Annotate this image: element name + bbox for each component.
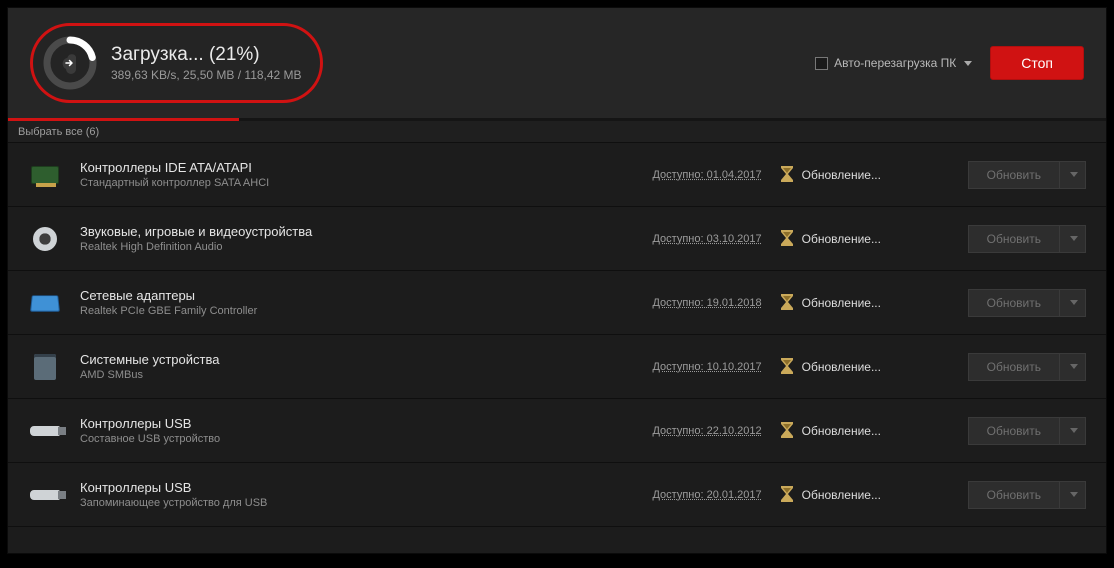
hourglass-icon <box>780 166 794 184</box>
status-cell: Обновление... <box>780 422 950 440</box>
status-cell: Обновление... <box>780 230 950 248</box>
driver-row: Звуковые, игровые и видеоустройства Real… <box>8 207 1106 271</box>
status-label: Обновление... <box>802 424 881 438</box>
checkbox-icon <box>815 57 828 70</box>
status-label: Обновление... <box>802 296 881 310</box>
device-name: Запоминающее устройство для USB <box>80 497 594 509</box>
update-button[interactable]: Обновить <box>968 353 1060 381</box>
available-date-link[interactable]: Доступно: 03.10.2017 <box>612 233 762 245</box>
driver-row: Контроллеры USB Запоминающее устройство … <box>8 463 1106 527</box>
update-button[interactable]: Обновить <box>968 417 1060 445</box>
update-button[interactable]: Обновить <box>968 161 1060 189</box>
status-cell: Обновление... <box>780 486 950 504</box>
driver-row: Контроллеры IDE ATA/ATAPI Стандартный ко… <box>8 143 1106 207</box>
progress-ring-icon <box>43 36 97 90</box>
chevron-down-icon <box>964 61 972 66</box>
cloud-download-icon <box>58 51 82 75</box>
update-button[interactable]: Обновить <box>968 289 1060 317</box>
driver-row: Сетевые адаптеры Realtek PCIe GBE Family… <box>8 271 1106 335</box>
download-meta: 389,63 KB/s, 25,50 MB / 118,42 MB <box>111 68 302 82</box>
chevron-down-icon <box>1070 492 1078 497</box>
auto-restart-checkbox[interactable]: Авто-перезагрузка ПК <box>815 56 972 70</box>
download-title: Загрузка... (21%) <box>111 44 302 66</box>
status-label: Обновление... <box>802 168 881 182</box>
chevron-down-icon <box>1070 172 1078 177</box>
hourglass-icon <box>780 230 794 248</box>
device-category: Системные устройства <box>80 352 594 367</box>
device-name: Realtek PCIe GBE Family Controller <box>80 305 594 317</box>
driver-updater-window: Загрузка... (21%) 389,63 KB/s, 25,50 MB … <box>7 7 1107 554</box>
device-name: Стандартный контроллер SATA AHCI <box>80 177 594 189</box>
status-label: Обновление... <box>802 488 881 502</box>
driver-row: Контроллеры USB Составное USB устройство… <box>8 399 1106 463</box>
select-all-bar[interactable]: Выбрать все (6) <box>8 121 1106 143</box>
chevron-down-icon <box>1070 364 1078 369</box>
device-category: Контроллеры USB <box>80 480 594 495</box>
download-badge: Загрузка... (21%) 389,63 KB/s, 25,50 MB … <box>30 23 323 103</box>
device-category: Звуковые, игровые и видеоустройства <box>80 224 594 239</box>
update-dropdown-button[interactable] <box>1060 481 1086 509</box>
device-category: Сетевые адаптеры <box>80 288 594 303</box>
available-date-link[interactable]: Доступно: 10.10.2017 <box>612 361 762 373</box>
update-dropdown-button[interactable] <box>1060 289 1086 317</box>
available-date-link[interactable]: Доступно: 01.04.2017 <box>612 169 762 181</box>
chevron-down-icon <box>1070 300 1078 305</box>
update-dropdown-button[interactable] <box>1060 161 1086 189</box>
chevron-down-icon <box>1070 236 1078 241</box>
chevron-down-icon <box>1070 428 1078 433</box>
usb-device-icon <box>28 414 62 448</box>
usb-device-icon <box>28 478 62 512</box>
device-name: AMD SMBus <box>80 369 594 381</box>
card-device-icon <box>28 158 62 192</box>
available-date-link[interactable]: Доступно: 22.10.2012 <box>612 425 762 437</box>
sys-device-icon <box>28 350 62 384</box>
status-cell: Обновление... <box>780 166 950 184</box>
update-button[interactable]: Обновить <box>968 481 1060 509</box>
device-name: Realtek High Definition Audio <box>80 241 594 253</box>
status-cell: Обновление... <box>780 294 950 312</box>
device-category: Контроллеры IDE ATA/ATAPI <box>80 160 594 175</box>
available-date-link[interactable]: Доступно: 19.01.2018 <box>612 297 762 309</box>
hourglass-icon <box>780 294 794 312</box>
status-label: Обновление... <box>802 360 881 374</box>
hourglass-icon <box>780 422 794 440</box>
update-dropdown-button[interactable] <box>1060 353 1086 381</box>
available-date-link[interactable]: Доступно: 20.01.2017 <box>612 489 762 501</box>
hourglass-icon <box>780 358 794 376</box>
header-progressbar <box>8 118 1106 121</box>
speaker-device-icon <box>28 222 62 256</box>
device-category: Контроллеры USB <box>80 416 594 431</box>
update-button[interactable]: Обновить <box>968 225 1060 253</box>
status-label: Обновление... <box>802 232 881 246</box>
status-cell: Обновление... <box>780 358 950 376</box>
hourglass-icon <box>780 486 794 504</box>
driver-row: Системные устройства AMD SMBus Доступно:… <box>8 335 1106 399</box>
nic-device-icon <box>28 286 62 320</box>
auto-restart-label: Авто-перезагрузка ПК <box>834 56 956 70</box>
download-header: Загрузка... (21%) 389,63 KB/s, 25,50 MB … <box>8 8 1106 118</box>
driver-list: Контроллеры IDE ATA/ATAPI Стандартный ко… <box>8 143 1106 527</box>
update-dropdown-button[interactable] <box>1060 225 1086 253</box>
device-name: Составное USB устройство <box>80 433 594 445</box>
update-dropdown-button[interactable] <box>1060 417 1086 445</box>
stop-button[interactable]: Стоп <box>990 46 1084 80</box>
